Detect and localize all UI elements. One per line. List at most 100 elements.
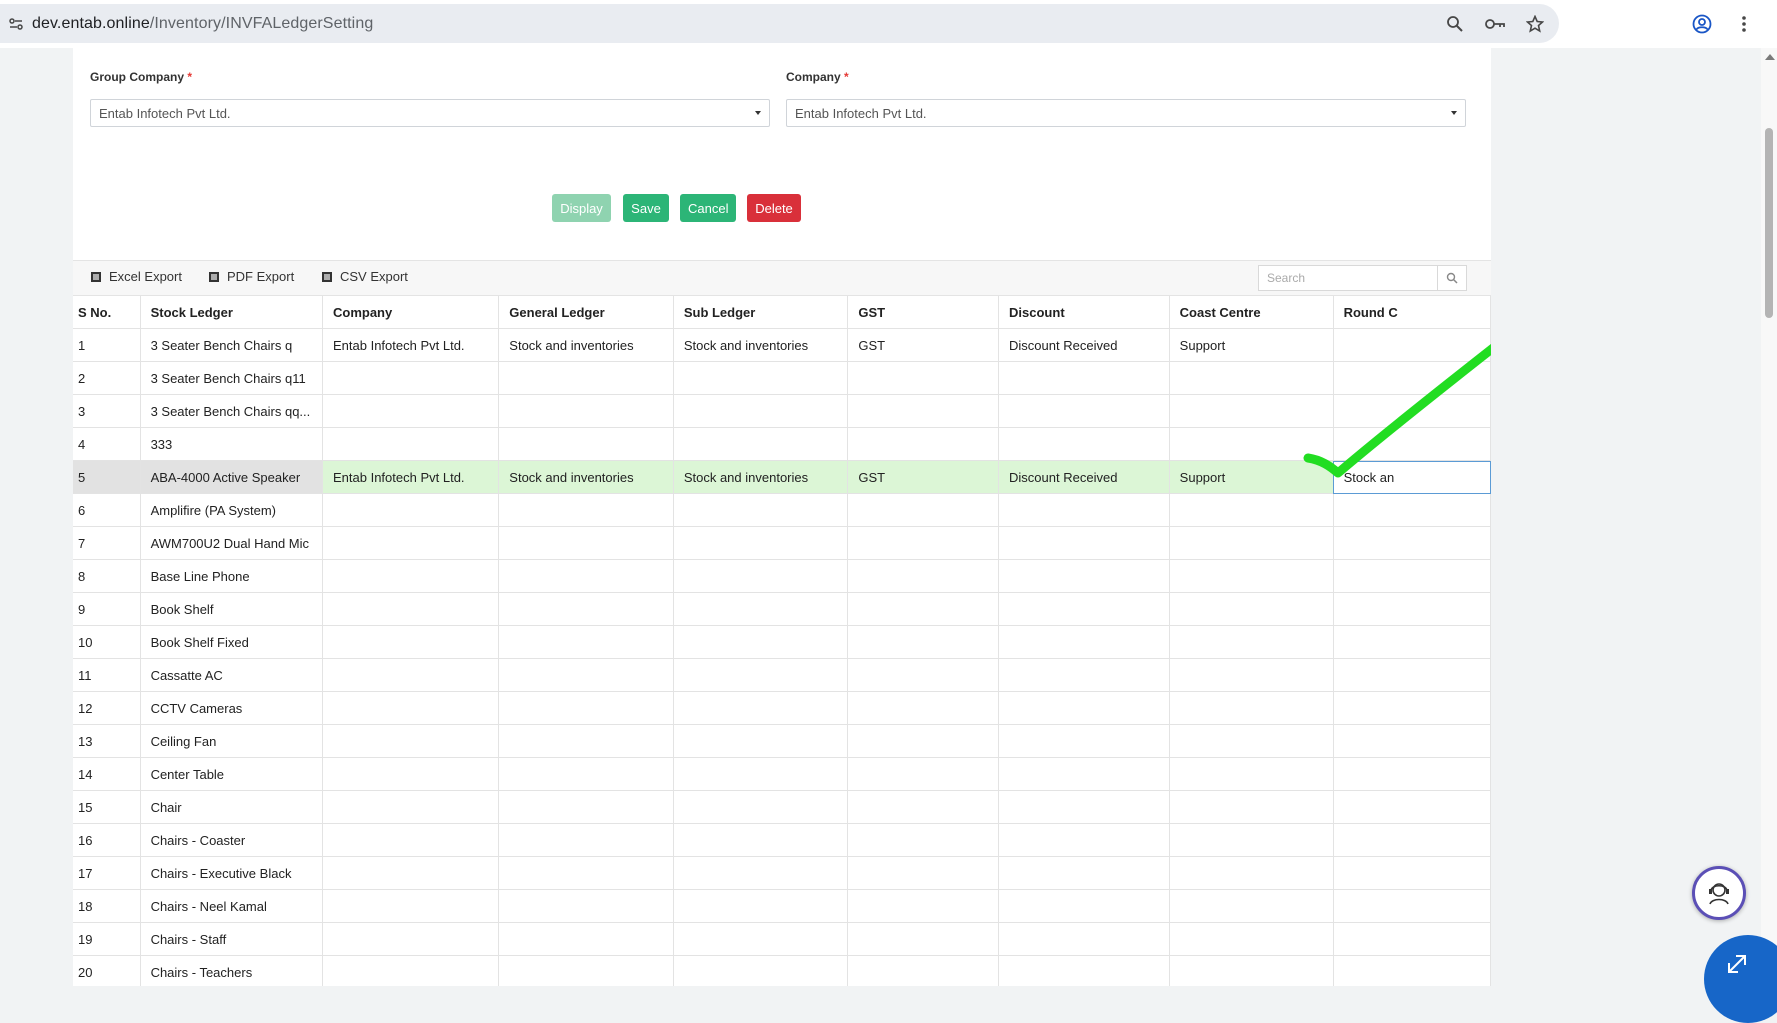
table-cell[interactable] [847, 724, 1000, 758]
table-cell[interactable] [673, 427, 849, 461]
table-cell[interactable] [322, 658, 500, 692]
column-header[interactable]: S No. [73, 296, 141, 329]
scrollbar-thumb[interactable] [1765, 128, 1773, 318]
table-cell[interactable] [1333, 592, 1491, 626]
table-cell[interactable] [1169, 856, 1334, 890]
table-row[interactable]: 15 Chair [73, 790, 1491, 824]
table-cell[interactable] [847, 559, 1000, 593]
table-cell[interactable] [1333, 394, 1491, 428]
table-cell[interactable] [498, 493, 674, 527]
table-row[interactable]: 4 333 [73, 427, 1491, 461]
table-row[interactable]: 19 Chairs - Staff [73, 922, 1491, 956]
table-cell[interactable] [498, 691, 674, 725]
table-row[interactable]: 13 Seater Bench Chairs q Entab Infotech P… [73, 328, 1491, 362]
table-cell[interactable] [498, 361, 674, 395]
table-cell[interactable] [1169, 889, 1334, 923]
table-cell[interactable] [673, 757, 849, 791]
support-chat-button[interactable] [1692, 866, 1746, 920]
table-cell[interactable] [673, 922, 849, 956]
table-cell[interactable] [1169, 724, 1334, 758]
table-cell[interactable] [1333, 823, 1491, 857]
table-cell[interactable] [998, 658, 1170, 692]
table-cell[interactable] [1333, 856, 1491, 890]
table-cell[interactable] [1169, 526, 1334, 560]
site-info-icon[interactable] [0, 16, 32, 32]
table-cell[interactable] [1333, 559, 1491, 593]
table-row[interactable]: 8 Base Line Phone [73, 559, 1491, 593]
table-cell[interactable] [1333, 658, 1491, 692]
table-cell[interactable] [1333, 889, 1491, 923]
table-cell[interactable] [847, 823, 1000, 857]
table-cell[interactable] [673, 790, 849, 824]
column-header[interactable]: Sub Ledger [673, 296, 849, 329]
table-cell[interactable] [322, 361, 500, 395]
table-cell[interactable] [498, 724, 674, 758]
table-cell[interactable] [1169, 922, 1334, 956]
table-cell[interactable] [1169, 493, 1334, 527]
search-input[interactable]: Search [1258, 265, 1438, 291]
table-cell[interactable] [998, 823, 1170, 857]
table-cell[interactable] [847, 658, 1000, 692]
table-cell[interactable] [673, 592, 849, 626]
table-cell[interactable]: Stock an [1333, 460, 1491, 494]
table-cell[interactable] [1333, 790, 1491, 824]
table-cell[interactable] [498, 658, 674, 692]
excel-export-button[interactable]: Excel Export [91, 269, 182, 284]
table-cell[interactable]: Stock and inventories [498, 460, 674, 494]
bookmark-star-icon[interactable] [1523, 12, 1547, 36]
table-cell[interactable] [998, 526, 1170, 560]
table-cell[interactable] [1333, 691, 1491, 725]
table-cell[interactable] [1169, 823, 1334, 857]
search-button[interactable] [1437, 265, 1467, 291]
table-cell[interactable]: Support [1169, 460, 1334, 494]
table-cell[interactable] [498, 757, 674, 791]
table-cell[interactable] [1169, 592, 1334, 626]
table-cell[interactable] [998, 361, 1170, 395]
table-cell[interactable] [1169, 955, 1334, 986]
table-cell[interactable] [1333, 724, 1491, 758]
table-row[interactable]: 9 Book Shelf [73, 592, 1491, 626]
table-cell[interactable] [498, 922, 674, 956]
table-cell[interactable] [1169, 625, 1334, 659]
table-cell[interactable] [1333, 328, 1491, 362]
table-cell[interactable] [498, 559, 674, 593]
table-cell[interactable] [1333, 625, 1491, 659]
vertical-scrollbar[interactable] [1761, 48, 1777, 986]
table-cell[interactable] [1333, 526, 1491, 560]
profile-icon[interactable] [1690, 12, 1714, 36]
table-cell[interactable]: GST [847, 460, 1000, 494]
table-cell[interactable] [1169, 361, 1334, 395]
table-cell[interactable] [1333, 922, 1491, 956]
table-cell[interactable] [673, 724, 849, 758]
table-cell[interactable] [322, 790, 500, 824]
table-cell[interactable] [498, 790, 674, 824]
table-cell[interactable] [998, 394, 1170, 428]
table-cell[interactable] [498, 955, 674, 986]
column-header[interactable]: Coast Centre [1169, 296, 1334, 329]
table-cell[interactable] [673, 823, 849, 857]
table-cell[interactable] [498, 856, 674, 890]
display-button[interactable]: Display [552, 194, 611, 222]
pdf-export-button[interactable]: PDF Export [209, 269, 294, 284]
table-cell[interactable]: Stock and inventories [673, 328, 849, 362]
table-cell[interactable] [322, 757, 500, 791]
csv-export-button[interactable]: CSV Export [322, 269, 408, 284]
table-row[interactable]: 11 Cassatte AC [73, 658, 1491, 692]
scroll-up-arrow-icon[interactable] [1765, 54, 1775, 60]
table-cell[interactable] [847, 889, 1000, 923]
table-cell[interactable] [322, 955, 500, 986]
table-cell[interactable] [998, 955, 1170, 986]
column-header[interactable]: GST [847, 296, 1000, 329]
table-cell[interactable] [1333, 493, 1491, 527]
table-cell[interactable] [322, 823, 500, 857]
table-cell[interactable] [322, 526, 500, 560]
table-cell[interactable] [322, 427, 500, 461]
table-cell[interactable] [847, 922, 1000, 956]
table-cell[interactable] [998, 889, 1170, 923]
table-row[interactable]: 12 CCTV Cameras [73, 691, 1491, 725]
table-row[interactable]: 6 Amplifire (PA System) [73, 493, 1491, 527]
table-cell[interactable]: Entab Infotech Pvt Ltd. [322, 460, 500, 494]
table-cell[interactable] [1169, 559, 1334, 593]
group-company-select[interactable]: Entab Infotech Pvt Ltd. [90, 99, 770, 127]
company-select[interactable]: Entab Infotech Pvt Ltd. [786, 99, 1466, 127]
